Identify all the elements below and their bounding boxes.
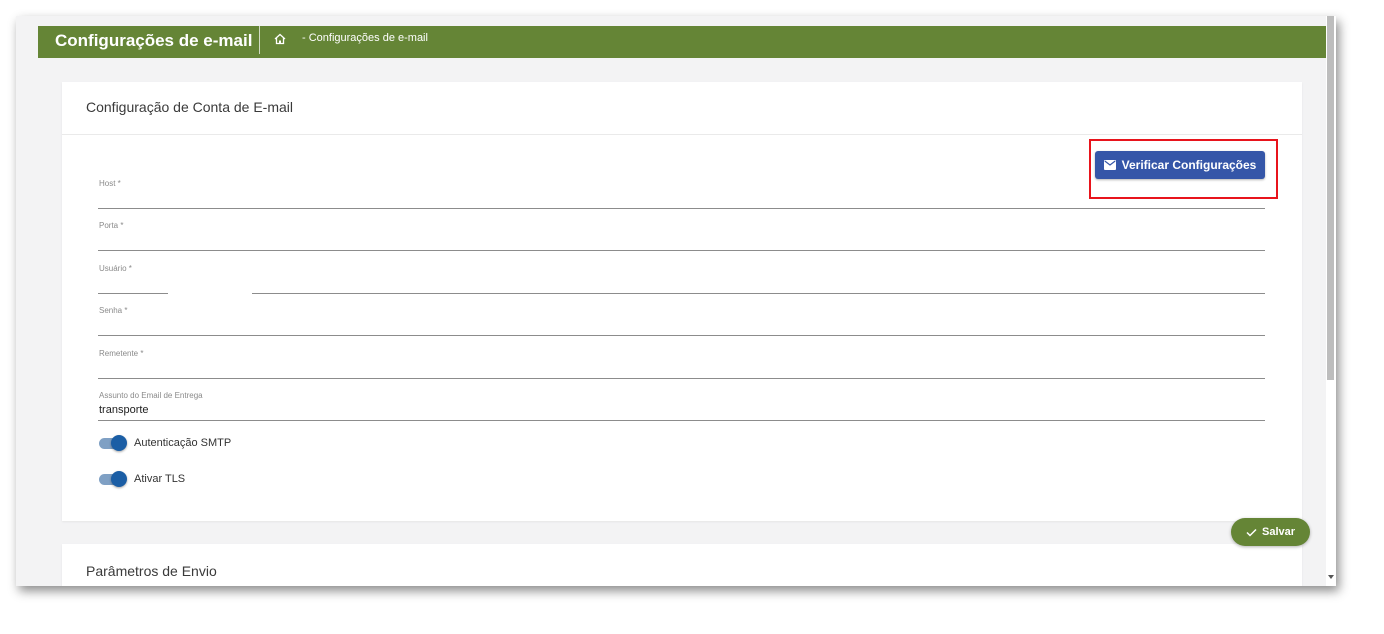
port-field[interactable]: Porta * [98,221,1265,251]
card-title: Parâmetros de Envio [86,563,217,579]
sender-label: Remetente * [99,349,144,358]
mail-icon [1103,160,1116,170]
vertical-scrollbar[interactable] [1326,16,1336,586]
field-underline [98,208,1265,209]
tls-toggle-row: Ativar TLS [98,470,185,488]
password-field[interactable]: Senha * [98,306,1265,336]
user-field[interactable]: Usuário * [98,264,1265,294]
user-label: Usuário * [99,264,132,273]
host-field[interactable]: Host * [98,179,1265,209]
home-icon[interactable] [273,32,287,46]
field-underline [98,250,1265,251]
smtp-auth-label: Autenticação SMTP [134,437,232,449]
send-parameters-card: Parâmetros de Envio [62,544,1302,586]
card-title: Configuração de Conta de E-mail [86,99,294,115]
field-underline [98,335,1265,336]
breadcrumb[interactable]: - Configurações de e-mail [302,32,428,44]
check-icon [1246,528,1257,537]
subject-field[interactable]: Assunto do Email de Entrega transporte [98,391,1265,421]
field-underline [98,420,1265,421]
smtp-auth-toggle-row: Autenticação SMTP [98,434,231,452]
email-account-card: Configuração de Conta de E-mail Verifica… [62,82,1302,521]
top-header-bar: Configurações de e-mail - Configurações … [38,26,1326,58]
toggle-knob [111,471,127,487]
redacted-segment [168,293,252,294]
subject-label: Assunto do Email de Entrega [99,391,203,400]
tls-label: Ativar TLS [134,473,186,485]
field-underline [98,293,1265,294]
sender-field[interactable]: Remetente * [98,349,1265,379]
password-label: Senha * [99,306,128,315]
page-title: Configurações de e-mail [55,31,253,50]
field-underline [98,378,1265,379]
title-divider [259,26,260,54]
card-divider [62,134,1302,135]
port-label: Porta * [99,221,124,230]
host-label: Host * [99,179,121,188]
app-window: Configurações de e-mail - Configurações … [16,16,1336,586]
tls-toggle[interactable] [98,470,128,488]
smtp-auth-toggle[interactable] [98,434,128,452]
subject-input[interactable]: transporte [99,404,149,416]
scroll-thumb[interactable] [1327,16,1334,380]
save-label: Salvar [1261,526,1296,538]
page-content: Configurações de e-mail - Configurações … [38,26,1326,586]
verify-settings-button[interactable]: Verificar Configurações [1095,151,1265,179]
scroll-down-arrow-icon[interactable] [1328,575,1334,579]
toggle-knob [111,435,127,451]
verify-settings-label: Verificar Configurações [1121,158,1257,172]
save-button[interactable]: Salvar [1231,518,1310,546]
